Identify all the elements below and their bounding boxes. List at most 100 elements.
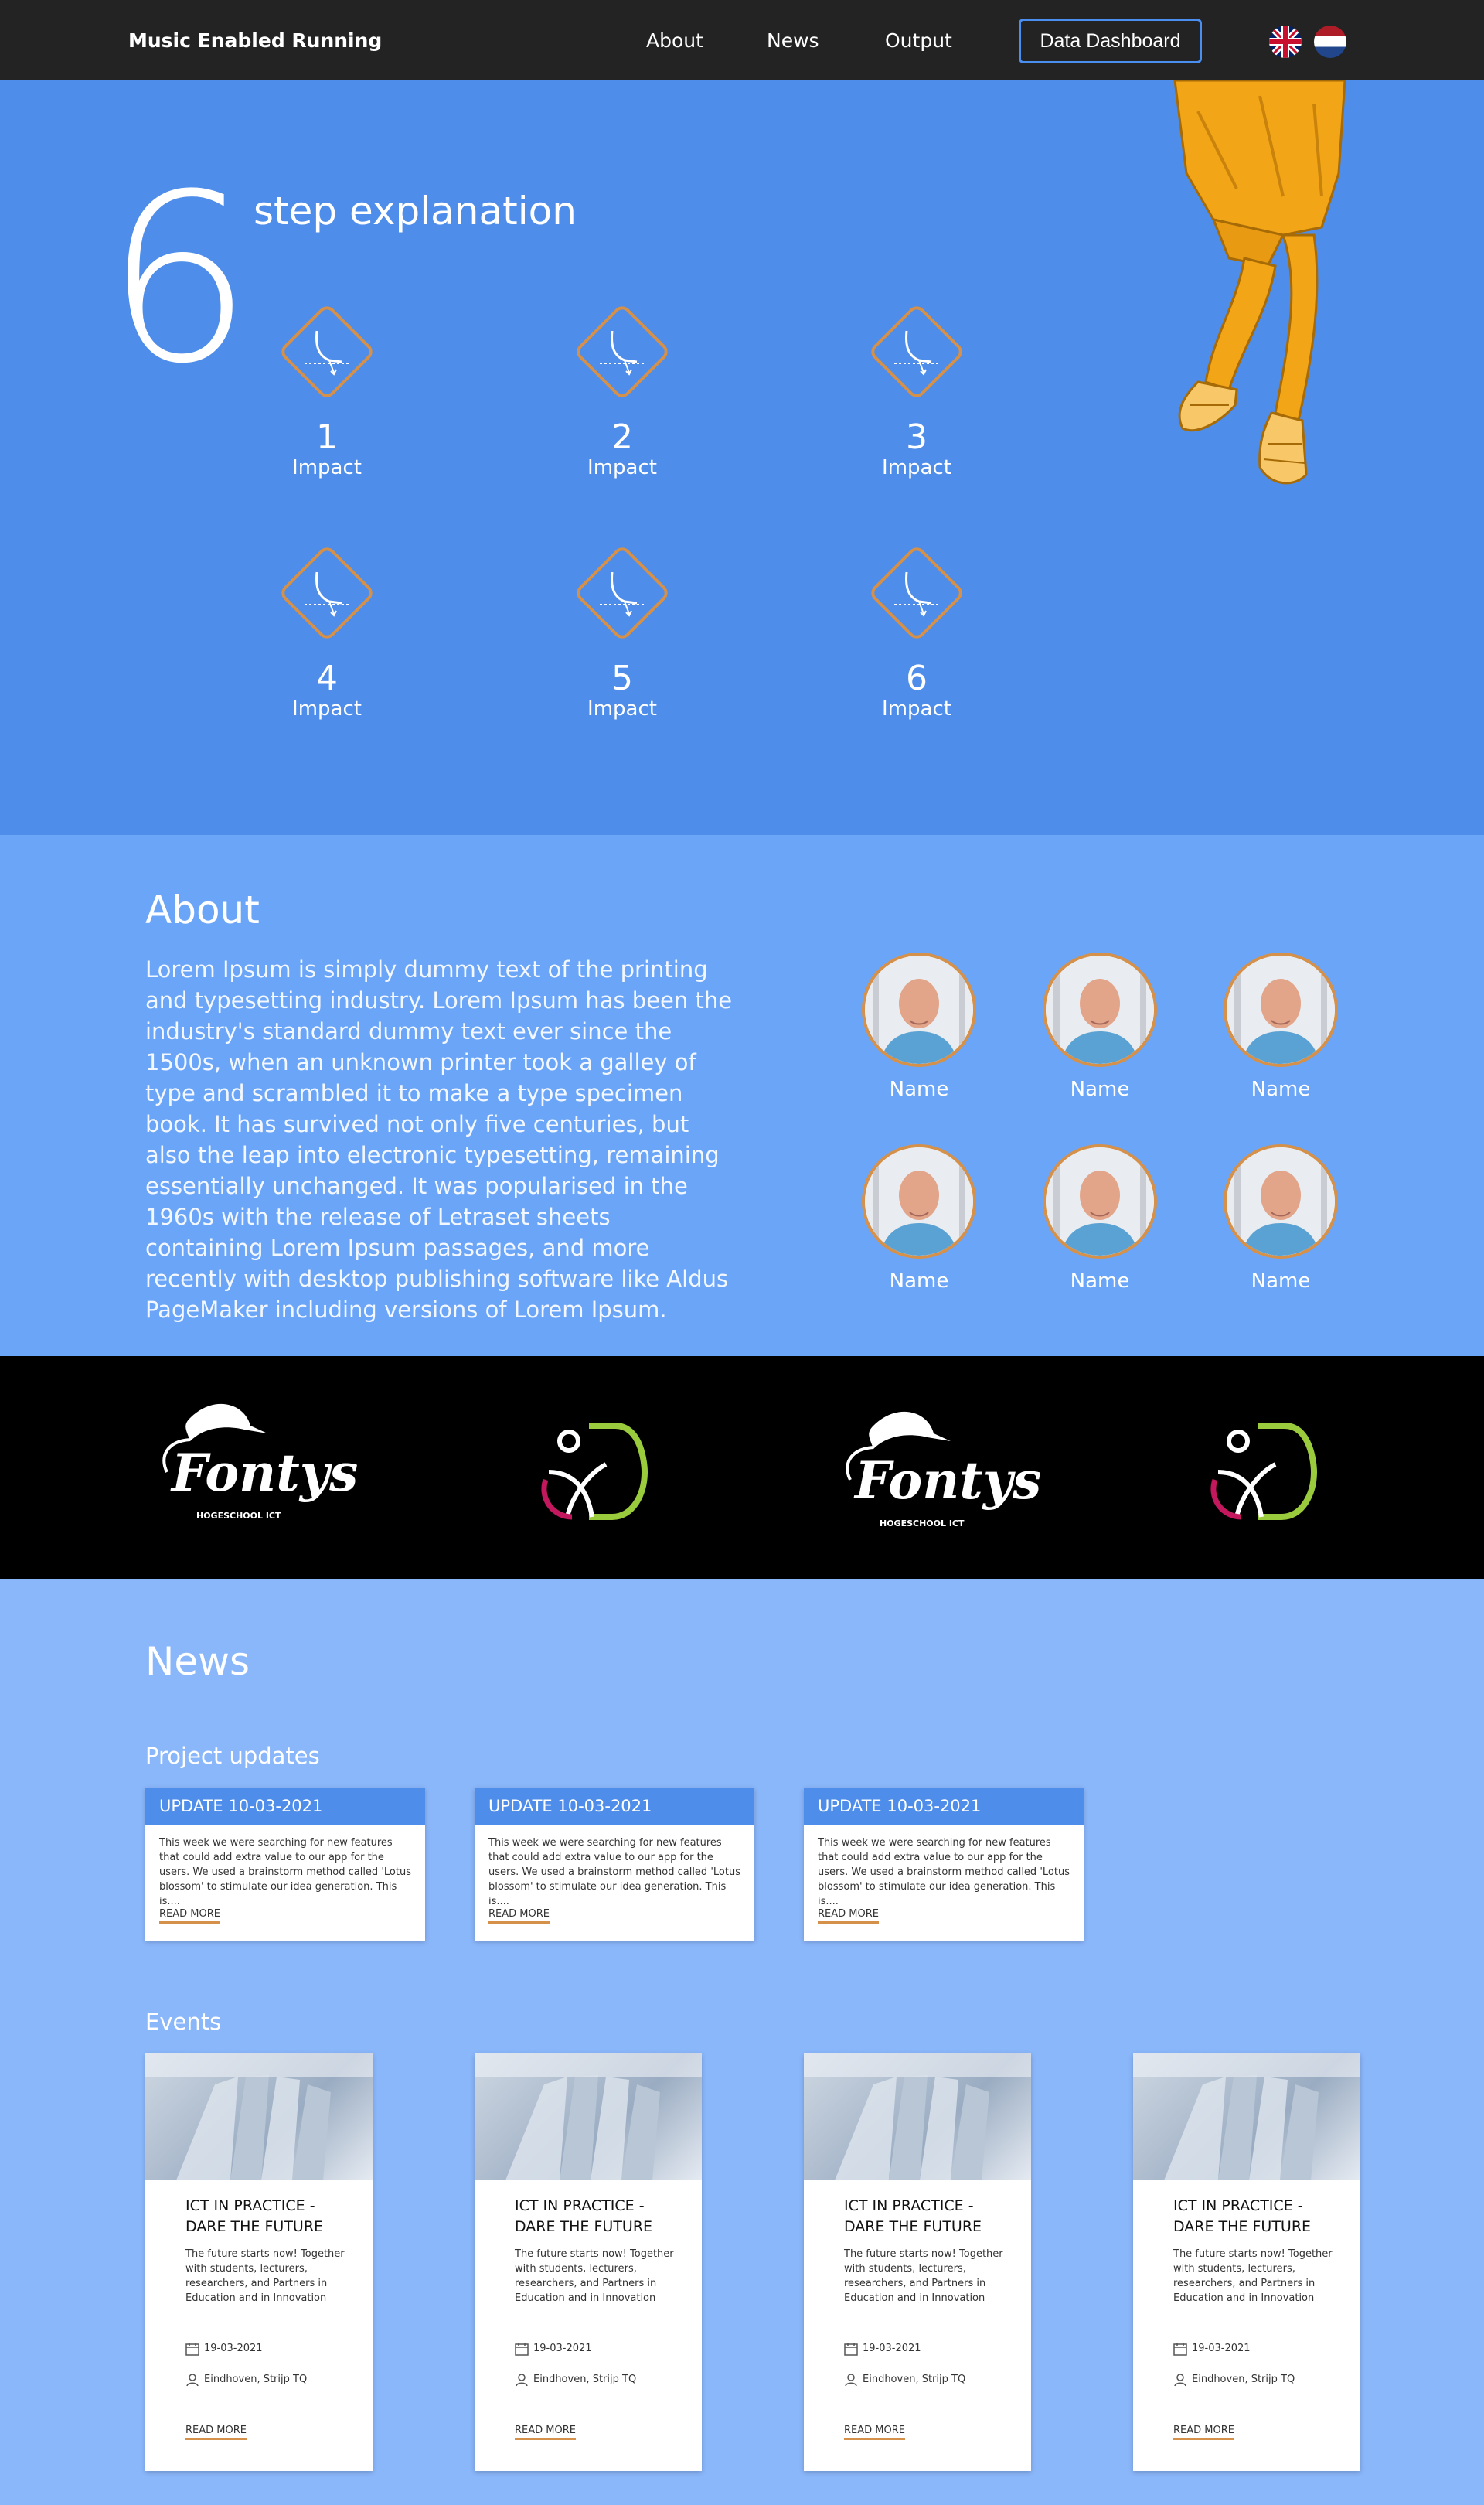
foot-impact-icon <box>556 286 688 418</box>
step-label: Impact <box>292 697 362 721</box>
update-card[interactable]: UPDATE 10-03-2021 This week we were sear… <box>475 1788 754 1941</box>
event-title: ICT IN PRACTICE - DARE THE FUTURE <box>515 2197 653 2235</box>
event-description: The future starts now! Together with stu… <box>186 2248 345 2304</box>
event-location-text: Eindhoven, Strijp TQ <box>863 2374 966 2385</box>
update-card[interactable]: UPDATE 10-03-2021 This week we were sear… <box>145 1788 425 1941</box>
step-item: 3 Impact <box>851 286 982 479</box>
event-title: ICT IN PRACTICE - DARE THE FUTURE <box>186 2197 324 2235</box>
id-logo[interactable] <box>541 1418 649 1526</box>
read-more-link[interactable]: READ MORE <box>488 1908 550 1924</box>
foot-impact-icon <box>851 286 982 418</box>
foot-impact-icon <box>851 527 982 659</box>
team-member-name: Name <box>1251 1078 1311 1101</box>
team-member[interactable]: Name <box>861 1144 977 1293</box>
update-card-title: UPDATE 10-03-2021 <box>475 1788 754 1825</box>
event-title: ICT IN PRACTICE - DARE THE FUTURE <box>1173 2197 1312 2235</box>
nav-link-news[interactable]: News <box>767 29 819 52</box>
event-image <box>145 2053 373 2180</box>
event-date: 19-03-2021 <box>515 2341 592 2357</box>
location-icon <box>186 2373 199 2386</box>
avatar <box>1043 953 1157 1067</box>
event-image <box>475 2053 702 2180</box>
calendar-icon <box>1173 2342 1187 2356</box>
step-item: 1 Impact <box>261 286 393 479</box>
step-number: 5 <box>611 659 633 698</box>
fontys-wordmark: Fontys <box>855 1450 1042 1511</box>
event-location: Eindhoven, Strijp TQ <box>515 2372 636 2387</box>
step-label: Impact <box>292 456 362 479</box>
event-title: ICT IN PRACTICE - DARE THE FUTURE <box>844 2197 982 2235</box>
event-date: 19-03-2021 <box>1173 2341 1251 2357</box>
location-icon <box>845 2373 857 2386</box>
step-item: 5 Impact <box>556 527 688 721</box>
step-label: Impact <box>587 456 657 479</box>
read-more-link[interactable]: READ MORE <box>186 2425 247 2440</box>
fontys-logo[interactable]: Fontys HOGESCHOOL ICT <box>151 1395 368 1534</box>
team-member[interactable]: Name <box>1223 1144 1339 1293</box>
about-body: Lorem Ipsum is simply dummy text of the … <box>145 956 733 1323</box>
calendar-icon <box>515 2342 529 2356</box>
event-location-text: Eindhoven, Strijp TQ <box>204 2374 308 2385</box>
event-date-text: 19-03-2021 <box>1192 2343 1251 2354</box>
team-member[interactable]: Name <box>861 953 977 1101</box>
step-number: 1 <box>316 418 338 457</box>
event-description: The future starts now! Together with stu… <box>1173 2248 1333 2304</box>
read-more-link[interactable]: READ MORE <box>1173 2425 1234 2440</box>
fontys-logo[interactable]: Fontys HOGESCHOOL ICT <box>835 1402 1051 1542</box>
hero-title: step explanation <box>254 189 577 233</box>
fontys-subtitle: HOGESCHOOL ICT <box>880 1518 965 1529</box>
id-logo[interactable] <box>1210 1418 1319 1526</box>
step-number: 2 <box>611 418 633 457</box>
nl-flag-icon[interactable] <box>1314 26 1346 58</box>
data-dashboard-button[interactable]: Data Dashboard <box>1019 19 1202 63</box>
foot-impact-icon <box>261 286 393 418</box>
step-number: 3 <box>906 418 928 457</box>
step-label: Impact <box>587 697 657 721</box>
event-card[interactable]: ICT IN PRACTICE - DARE THE FUTURE The fu… <box>804 2053 1031 2471</box>
avatar <box>862 953 976 1067</box>
team-member[interactable]: Name <box>1223 953 1339 1101</box>
team-member[interactable]: Name <box>1042 953 1158 1101</box>
step-label: Impact <box>882 456 951 479</box>
location-icon <box>516 2373 528 2386</box>
fontys-subtitle: HOGESCHOOL ICT <box>196 1511 281 1521</box>
event-image <box>1133 2053 1360 2180</box>
team-member-name: Name <box>1070 1270 1130 1293</box>
event-description: The future starts now! Together with stu… <box>515 2248 674 2304</box>
about-section: About Lorem Ipsum is simply dummy text o… <box>0 835 1484 1356</box>
event-location-text: Eindhoven, Strijp TQ <box>1192 2374 1295 2385</box>
update-card[interactable]: UPDATE 10-03-2021 This week we were sear… <box>804 1788 1084 1941</box>
read-more-link[interactable]: READ MORE <box>844 2425 905 2440</box>
team-member-name: Name <box>1251 1270 1311 1293</box>
read-more-link[interactable]: READ MORE <box>515 2425 576 2440</box>
event-card[interactable]: ICT IN PRACTICE - DARE THE FUTURE The fu… <box>145 2053 373 2471</box>
brand-logo-text[interactable]: Music Enabled Running <box>128 29 382 52</box>
update-card-text: This week we were searching for new feat… <box>488 1837 740 1907</box>
event-image <box>804 2053 1031 2180</box>
event-location: Eindhoven, Strijp TQ <box>844 2372 965 2387</box>
read-more-link[interactable]: READ MORE <box>818 1908 879 1924</box>
event-date-text: 19-03-2021 <box>533 2343 592 2354</box>
nav-link-output[interactable]: Output <box>885 29 952 52</box>
update-card-title: UPDATE 10-03-2021 <box>145 1788 425 1825</box>
avatar <box>862 1144 976 1259</box>
team-member[interactable]: Name <box>1042 1144 1158 1293</box>
event-location: Eindhoven, Strijp TQ <box>1173 2372 1295 2387</box>
event-card[interactable]: ICT IN PRACTICE - DARE THE FUTURE The fu… <box>475 2053 702 2471</box>
avatar <box>1043 1144 1157 1259</box>
nav-link-about[interactable]: About <box>646 29 703 52</box>
runner-illustration <box>1167 79 1368 513</box>
uk-flag-icon[interactable] <box>1269 26 1302 58</box>
hero-big-number: 6 <box>105 145 253 414</box>
fontys-wordmark: Fontys <box>172 1443 359 1503</box>
update-card-title: UPDATE 10-03-2021 <box>804 1788 1084 1825</box>
event-card[interactable]: ICT IN PRACTICE - DARE THE FUTURE The fu… <box>1133 2053 1360 2471</box>
partner-logos-band: Fontys HOGESCHOOL ICT Fontys HOGESCHOOL … <box>0 1356 1484 1579</box>
event-description: The future starts now! Together with stu… <box>844 2248 1003 2304</box>
read-more-link[interactable]: READ MORE <box>159 1908 220 1924</box>
step-number: 6 <box>906 659 928 698</box>
calendar-icon <box>844 2342 858 2356</box>
step-number: 4 <box>316 659 338 698</box>
calendar-icon <box>186 2342 199 2356</box>
avatar <box>1224 953 1338 1067</box>
